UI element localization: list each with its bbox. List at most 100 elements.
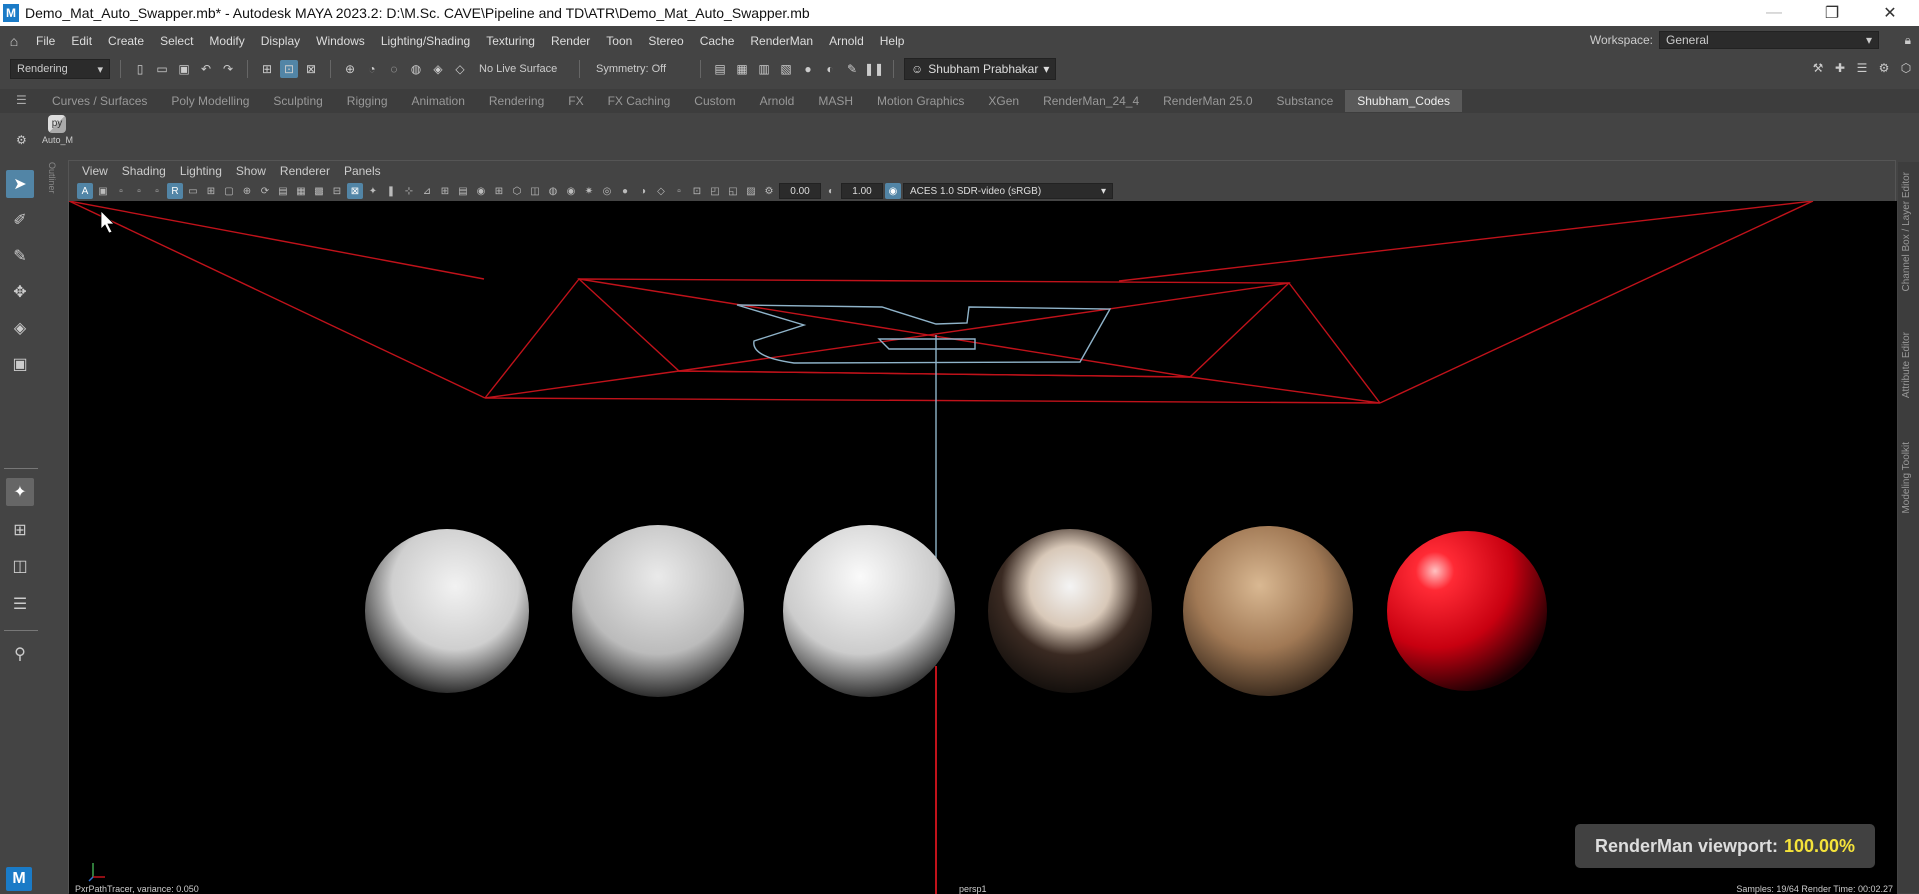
pause-icon[interactable]: ❚❚: [864, 60, 884, 78]
menu-windows[interactable]: Windows: [308, 34, 373, 48]
viewport-layout-icon[interactable]: ◰: [707, 183, 723, 199]
shelf-tab-renderman-24-4[interactable]: RenderMan_24_4: [1031, 90, 1151, 112]
tab-modeling-toolkit[interactable]: Modeling Toolkit: [1901, 442, 1912, 514]
hypershade-icon[interactable]: ●: [799, 60, 817, 78]
gamma-icon[interactable]: ◑: [635, 183, 651, 199]
shelf-tab-shubham-codes[interactable]: Shubham_Codes: [1345, 90, 1462, 112]
menu-modify[interactable]: Modify: [201, 34, 252, 48]
four-view-layout-icon[interactable]: ⊞: [6, 516, 34, 544]
panel-menu-show[interactable]: Show: [229, 164, 273, 178]
menu-file[interactable]: File: [28, 34, 63, 48]
multisample-aa-icon[interactable]: ⊞: [491, 183, 507, 199]
light-editor-icon[interactable]: ✎: [843, 60, 861, 78]
panel-menu-shading[interactable]: Shading: [115, 164, 173, 178]
shelf-button-auto-mat[interactable]: py Auto_M: [42, 115, 73, 145]
panel-split-icon[interactable]: ▨: [743, 183, 759, 199]
xray-joints-icon[interactable]: ◉: [563, 183, 579, 199]
search-icon[interactable]: ⚲: [6, 640, 34, 668]
gear-icon[interactable]: ⚙: [16, 133, 27, 147]
undo-icon[interactable]: ↶: [197, 60, 215, 78]
field-chart-icon[interactable]: ▤: [275, 183, 291, 199]
snap-point-icon[interactable]: ◌: [385, 60, 403, 78]
menu-select[interactable]: Select: [152, 34, 201, 48]
camera-attributes-icon[interactable]: ▣: [95, 183, 111, 199]
shelf-tab-xgen[interactable]: XGen: [976, 90, 1031, 112]
shelf-tab-rendering[interactable]: Rendering: [477, 90, 556, 112]
two-view-layout-icon[interactable]: ◫: [6, 552, 34, 580]
menu-edit[interactable]: Edit: [63, 34, 100, 48]
select-hierarchy-icon[interactable]: ⊞: [258, 60, 276, 78]
color-management-icon[interactable]: ◉: [885, 183, 901, 199]
live-surface-field[interactable]: No Live Surface: [473, 59, 569, 79]
shelf-tab-motion-graphics[interactable]: Motion Graphics: [865, 90, 976, 112]
film-gate-icon[interactable]: ▢: [221, 183, 237, 199]
menu-stereo[interactable]: Stereo: [640, 34, 691, 48]
shelf-tab-fx-caching[interactable]: FX Caching: [596, 90, 683, 112]
lock-icon[interactable]: 🔒︎: [1905, 33, 1911, 48]
shelf-tab-renderman-25[interactable]: RenderMan 25.0: [1151, 90, 1264, 112]
maya-logo-icon[interactable]: M: [6, 867, 32, 891]
tool-settings-icon[interactable]: ⚙: [1875, 59, 1893, 77]
shelf-tab-arnold[interactable]: Arnold: [748, 90, 807, 112]
menu-help[interactable]: Help: [872, 34, 913, 48]
exposure-toggle-icon[interactable]: ⚙: [761, 183, 777, 199]
camera-tools-icon[interactable]: ⊡: [689, 183, 705, 199]
shelf-tab-substance[interactable]: Substance: [1265, 90, 1346, 112]
resolution-gate-icon[interactable]: ⊕: [239, 183, 255, 199]
shelf-tab-mash[interactable]: MASH: [806, 90, 865, 112]
use-all-lights-icon[interactable]: ⊿: [419, 183, 435, 199]
render-settings-icon[interactable]: ▤: [711, 60, 729, 78]
select-camera-icon[interactable]: A: [77, 183, 93, 199]
snap-view-icon[interactable]: ◍: [407, 60, 425, 78]
character-controls-icon[interactable]: ✚: [1831, 59, 1849, 77]
menu-arnold[interactable]: Arnold: [821, 34, 872, 48]
xray-icon[interactable]: ◍: [545, 183, 561, 199]
hud-icon[interactable]: ◇: [653, 183, 669, 199]
close-button[interactable]: ✕: [1861, 0, 1919, 26]
modeling-toolkit-icon[interactable]: ⚒: [1809, 59, 1827, 77]
menu-renderman[interactable]: RenderMan: [742, 34, 821, 48]
save-scene-icon[interactable]: ▣: [175, 60, 193, 78]
lasso-tool-icon[interactable]: ✐: [6, 206, 34, 234]
shelf-tab-sculpting[interactable]: Sculpting: [261, 90, 334, 112]
menu-texturing[interactable]: Texturing: [478, 34, 543, 48]
shelf-tab-fx[interactable]: FX: [556, 90, 595, 112]
playblast-icon[interactable]: ▫: [671, 183, 687, 199]
move-tool-icon[interactable]: ✥: [6, 278, 34, 306]
scale-tool-icon[interactable]: ▣: [6, 350, 34, 378]
snap-vertex-icon[interactable]: ◇: [451, 60, 469, 78]
shelf-tab-poly-modelling[interactable]: Poly Modelling: [159, 90, 261, 112]
backface-culling-icon[interactable]: ◎: [599, 183, 615, 199]
renderman-viewport-icon[interactable]: R: [167, 183, 183, 199]
shelf-menu-icon[interactable]: ☰: [16, 93, 27, 107]
textured-icon[interactable]: ⊹: [401, 183, 417, 199]
shelf-tab-animation[interactable]: Animation: [400, 90, 477, 112]
snap-surface-icon[interactable]: ◈: [429, 60, 447, 78]
snap-curve-icon[interactable]: ◔: [363, 60, 381, 78]
render-current-icon[interactable]: ▥: [755, 60, 773, 78]
panel-layout-icon[interactable]: ◱: [725, 183, 741, 199]
rotate-tool-icon[interactable]: ◈: [6, 314, 34, 342]
snap-grid-icon[interactable]: ⊕: [341, 60, 359, 78]
smooth-shade-icon[interactable]: ⊠: [347, 183, 363, 199]
view-transform-dropdown[interactable]: ACES 1.0 SDR-video (sRGB) ▾: [903, 183, 1113, 199]
menu-display[interactable]: Display: [253, 34, 308, 48]
menu-create[interactable]: Create: [100, 34, 152, 48]
menu-lighting-shading[interactable]: Lighting/Shading: [373, 34, 478, 48]
shelf-tab-curves-surfaces[interactable]: Curves / Surfaces: [40, 90, 159, 112]
home-icon[interactable]: ⌂: [0, 33, 28, 49]
render-view-icon[interactable]: ▦: [733, 60, 751, 78]
ipr-render-icon[interactable]: ▧: [777, 60, 795, 78]
xray-components-icon[interactable]: ✷: [581, 183, 597, 199]
grease-pencil-icon[interactable]: ▭: [185, 183, 201, 199]
motion-blur-icon[interactable]: ◉: [473, 183, 489, 199]
outliner-layout-icon[interactable]: ☰: [6, 590, 34, 618]
new-scene-icon[interactable]: ▯: [131, 60, 149, 78]
bookmark-icon[interactable]: ▫: [113, 183, 129, 199]
redo-icon[interactable]: ↷: [219, 60, 237, 78]
exposure-icon[interactable]: ●: [617, 183, 633, 199]
channel-box-icon[interactable]: ⬡: [1897, 59, 1915, 77]
2d-pan-zoom-icon[interactable]: ▫: [149, 183, 165, 199]
select-components-icon[interactable]: ⊠: [302, 60, 320, 78]
panel-menu-view[interactable]: View: [75, 164, 115, 178]
